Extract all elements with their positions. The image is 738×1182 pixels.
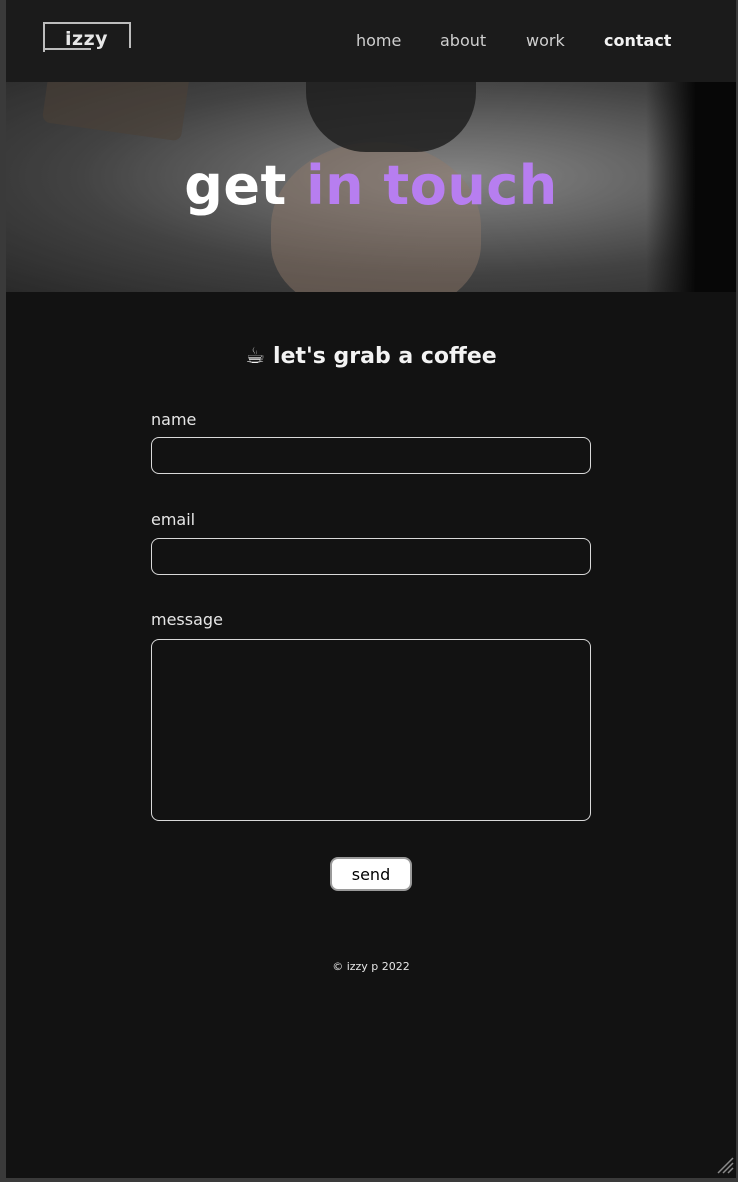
nav-contact-link[interactable]: contact (604, 31, 671, 50)
send-button[interactable]: send (330, 857, 412, 891)
hero-title: get in touch (6, 154, 736, 217)
page: izzy home about work contact get in touc… (6, 0, 736, 1178)
nav-work-link[interactable]: work (526, 31, 565, 50)
email-label: email (151, 510, 196, 529)
hero-title-accent: in touch (306, 154, 558, 217)
site-header: izzy home about work contact (6, 0, 736, 82)
logo-text: izzy (65, 28, 109, 50)
hero-banner: get in touch (6, 82, 736, 292)
form-title: ☕ let's grab a coffee (6, 344, 736, 369)
name-field[interactable] (151, 437, 591, 474)
logo-link[interactable]: izzy (43, 22, 131, 56)
email-field[interactable] (151, 538, 591, 575)
nav-home-link[interactable]: home (356, 31, 401, 50)
main-nav: home about work contact (356, 31, 686, 55)
name-label: name (151, 410, 197, 429)
window-border-bottom (0, 1178, 738, 1182)
coffee-icon: ☕ (245, 344, 266, 369)
nav-about-link[interactable]: about (440, 31, 486, 50)
form-title-text: let's grab a coffee (273, 344, 497, 369)
message-field[interactable] (151, 639, 591, 821)
footer-copyright: © izzy p 2022 (332, 960, 410, 973)
hero-title-prefix: get (184, 154, 287, 217)
message-label: message (151, 610, 223, 629)
resize-grip-icon[interactable] (716, 1156, 734, 1174)
